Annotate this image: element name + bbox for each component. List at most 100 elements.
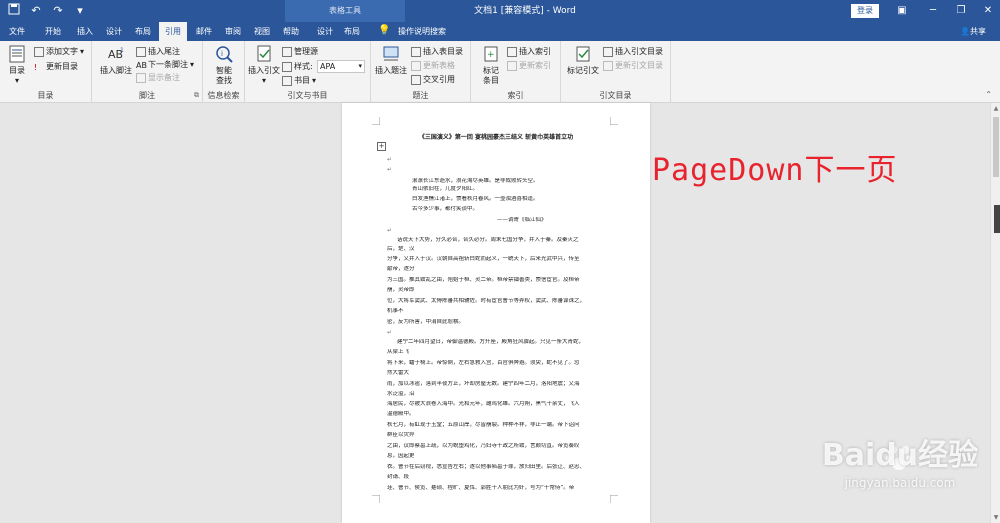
watermark-url: jingyan.baidu.com — [844, 476, 956, 490]
watermark-brand: Baidu经验 — [821, 438, 979, 473]
body-line: 雨，加以冰雹，落到半夜方止，坏却房屋无数。建宁四年二月，洛阳地震；又海 — [387, 381, 580, 387]
scroll-down-icon[interactable]: ▼ — [991, 514, 1000, 521]
insert-toa-button[interactable]: 插入引文目录 — [603, 46, 663, 57]
footnote-icon: AB1 — [108, 47, 124, 61]
body-line: 机事不 — [387, 308, 404, 314]
share-label: 共享 — [969, 27, 986, 36]
group-label: 信息检索 — [207, 91, 240, 100]
group-captions: 插入题注 插入表目录 更新表格 交叉引用 题注 — [371, 41, 471, 103]
insert-citation-button[interactable]: 插入引文 ▾ — [247, 44, 281, 86]
tab-design[interactable]: 设计 — [101, 22, 127, 41]
group-label: 脚注 — [139, 91, 155, 100]
citation-icon — [257, 45, 271, 62]
manage-sources-button[interactable]: 管理源 — [282, 46, 318, 57]
smart-lookup-button[interactable]: i 智能 查找 — [209, 44, 239, 86]
mark-entry-label-1: 标记 — [483, 66, 499, 75]
tab-review[interactable]: 审阅 — [220, 22, 246, 41]
update-toa-button[interactable]: 更新引文目录 — [603, 60, 663, 71]
annotation-overlay-text: PageDown下一页 — [652, 153, 898, 188]
insert-endnote-label: 插入尾注 — [148, 47, 180, 56]
smart-lookup-label-2: 查找 — [216, 76, 232, 85]
document-title: 文档1 [兼容模式] - Word — [474, 6, 576, 16]
tab-file[interactable]: 文件 — [4, 22, 30, 41]
show-notes-button[interactable]: 显示备注 — [136, 72, 180, 83]
scrollbar-thumb[interactable] — [993, 117, 999, 177]
update-index-icon — [507, 60, 517, 71]
paragraph-mark: ↵ — [387, 156, 393, 163]
side-panel-tab[interactable] — [994, 205, 1000, 233]
customize-qat-icon[interactable]: ▾ — [72, 3, 88, 19]
ribbon-display-icon[interactable]: ▣ — [892, 2, 912, 20]
insert-index-button[interactable]: 插入索引 — [507, 46, 551, 57]
cross-reference-button[interactable]: 交叉引用 — [411, 74, 455, 85]
smart-lookup-label-1: 智能 — [216, 66, 232, 75]
dropdown-arrow-icon: ▾ — [312, 76, 317, 85]
tab-home[interactable]: 开始 — [40, 22, 66, 41]
manage-sources-icon — [282, 46, 292, 57]
update-table-icon — [411, 60, 421, 71]
minimize-icon[interactable]: ─ — [923, 2, 943, 20]
tab-table-design[interactable]: 设计 — [312, 22, 338, 41]
restore-icon[interactable]: ❐ — [951, 2, 971, 20]
tab-references[interactable]: 引用 — [159, 22, 187, 41]
next-footnote-button[interactable]: AB 下一条脚注 ▾ — [136, 59, 194, 70]
ribbon: 目录 ▾ 添加文字 ▾ ! 更新目录 目录 AB 1 插入脚注 插入尾注 AB 下一条脚注… — [0, 41, 1000, 103]
scroll-up-icon[interactable]: ▲ — [991, 105, 1000, 112]
person-icon: 👤 — [960, 27, 970, 36]
dialog-launcher-icon[interactable]: ⧉ — [194, 91, 199, 100]
update-index-button[interactable]: 更新索引 — [507, 60, 551, 71]
mark-citation-button[interactable]: 标记引文 — [565, 44, 601, 76]
share-button[interactable]: 👤共享 — [960, 22, 986, 41]
tab-layout[interactable]: 布局 — [130, 22, 156, 41]
add-text-button[interactable]: 添加文字 ▾ — [34, 46, 84, 57]
body-line: 密，反为所害，中涓自此愈横。 — [387, 319, 465, 325]
toc-label: 目录 — [9, 66, 25, 75]
insert-index-label: 插入索引 — [519, 47, 551, 56]
body-line: 秋七月，有虹现于玉堂；五原山岸，尽皆崩裂。种种不祥，非止一端。帝下诏问 — [387, 422, 580, 428]
insert-endnote-button[interactable]: 插入尾注 — [136, 46, 180, 57]
mark-entry-icon: + — [484, 46, 498, 62]
collapse-ribbon-icon[interactable]: ⌃ — [985, 90, 992, 99]
close-icon[interactable]: ✕ — [978, 2, 998, 20]
citation-style-select[interactable]: APA ▾ — [317, 60, 365, 73]
mark-citation-label: 标记引文 — [567, 66, 599, 75]
bibliography-button[interactable]: 书目 ▾ — [282, 75, 316, 86]
cross-reference-icon — [411, 74, 421, 85]
document-page[interactable]: 《三国演义》第一回 宴桃园豪杰三结义 斩黄巾英雄首立功 + ↵ ↵ 滚滚长江东逝… — [342, 103, 650, 523]
insert-table-of-figures-button[interactable]: 插入表目录 — [411, 46, 463, 57]
insert-footnote-button[interactable]: AB 1 插入脚注 — [98, 44, 134, 76]
update-toa-icon — [603, 60, 613, 71]
tab-view[interactable]: 视图 — [249, 22, 275, 41]
style-icon — [282, 61, 292, 72]
mark-entry-button[interactable]: + 标记 条目 — [477, 44, 505, 86]
tab-mailings[interactable]: 邮件 — [191, 22, 217, 41]
table-of-figures-icon — [411, 46, 421, 57]
mark-entry-label-2: 条目 — [483, 76, 499, 85]
insert-citation-label: 插入引文 — [248, 66, 280, 75]
insert-caption-button[interactable]: 插入题注 — [373, 44, 409, 76]
add-text-icon — [34, 46, 44, 57]
save-icon[interactable] — [6, 3, 22, 19]
update-toc-button[interactable]: ! 更新目录 — [34, 61, 78, 72]
insert-table-of-figures-label: 插入表目录 — [423, 47, 463, 56]
undo-icon[interactable]: ↶ — [28, 3, 44, 19]
bibliography-icon — [282, 75, 292, 86]
tab-table-layout[interactable]: 布局 — [339, 22, 365, 41]
group-table-of-authorities: 标记引文 插入引文目录 更新引文目录 引文目录 — [561, 41, 671, 103]
body-line: 崩，灵帝即 — [387, 287, 415, 293]
update-table-button[interactable]: 更新表格 — [411, 60, 455, 71]
show-notes-icon — [136, 72, 146, 83]
tell-me-search[interactable]: 操作说明搜索 — [392, 22, 452, 41]
table-move-handle-icon[interactable]: + — [377, 142, 386, 151]
tab-insert[interactable]: 插入 — [72, 22, 98, 41]
login-button[interactable]: 登录 — [851, 4, 879, 18]
body-line: 为三国。推其致乱之由，殆始于桓、灵二帝。桓帝禁锢善类，崇信宦官。及桓帝 — [387, 277, 580, 283]
crop-mark — [372, 117, 380, 125]
watermark: Baidu经验 jingyan.baidu.com — [800, 430, 1000, 490]
redo-icon[interactable]: ↷ — [50, 3, 66, 19]
body-line: 群臣以灾异 — [387, 432, 415, 438]
tab-help[interactable]: 帮助 — [278, 22, 304, 41]
toc-button[interactable]: 目录 ▾ — [4, 44, 30, 86]
poem-attribution: ——调寄《临江仙》 — [497, 217, 547, 223]
toc-icon — [9, 45, 25, 63]
